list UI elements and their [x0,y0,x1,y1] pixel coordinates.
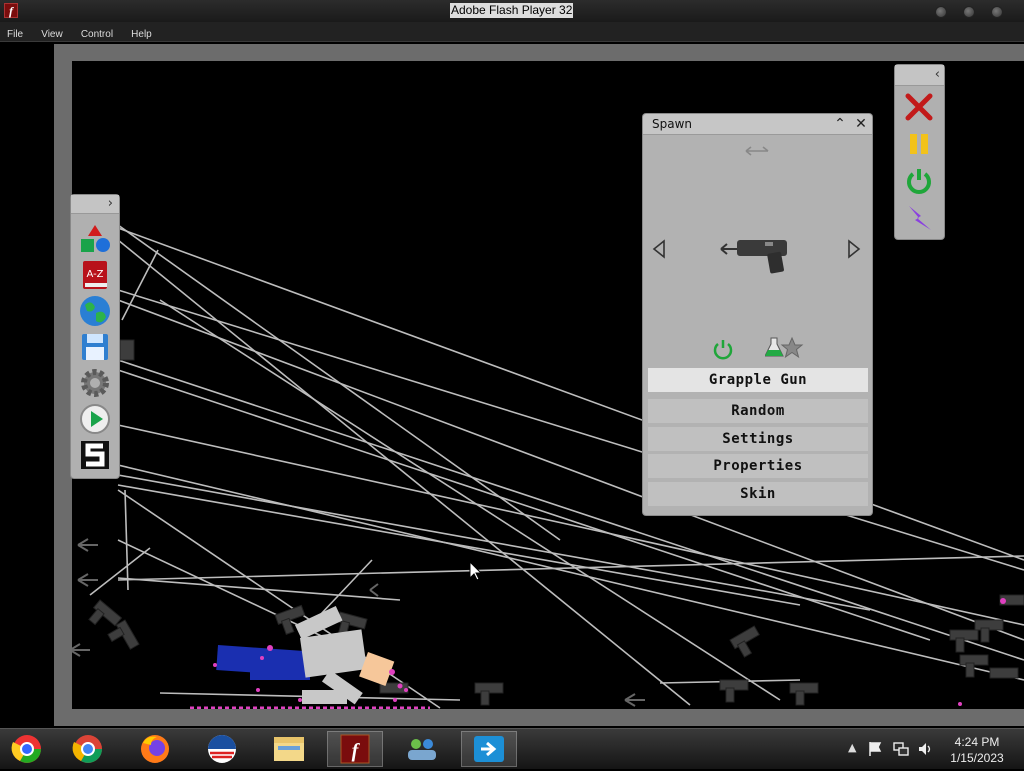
pause-icon [910,134,928,154]
selected-item-grapple-gun[interactable]: Grapple Gun [648,368,868,392]
window-title-bar[interactable]: f Adobe Flash Player 32 [0,0,1024,22]
minimize-button[interactable] [935,6,947,18]
taskbar-clock[interactable]: 4:24 PM 1/15/2023 [934,734,1020,766]
power-icon [907,169,931,194]
menu-bar: File View Control Help [0,22,1024,42]
taskbar-firefox[interactable] [127,731,183,767]
folder-icon [274,737,304,761]
shapes-tool[interactable] [79,223,111,255]
spawn-panel: Spawn ⌃ ✕ Grapple Gun Random Settings Pr… [643,114,872,515]
save-tool[interactable] [79,331,111,363]
flash-app-icon[interactable]: f [4,3,18,18]
firefox-icon [141,735,169,763]
previous-item-arrow-icon[interactable] [651,239,667,259]
option-settings[interactable]: Settings [648,427,868,451]
reset-button[interactable] [903,165,935,197]
ragdoll-character[interactable] [190,598,1006,709]
right-control-toolbar: ‹ [895,65,944,239]
grapple-gun-preview-icon [720,240,787,274]
taskbar: f ▲ 4:24 PM 1/15/2023 [0,728,1024,769]
window-title: Adobe Flash Player 32 [450,3,574,18]
s-tool[interactable] [79,439,111,471]
taskbar-flash-player[interactable]: f [327,731,383,767]
left-toolbar: › A-Z [71,195,119,478]
menu-control[interactable]: Control [74,25,119,44]
grapple-ropes [89,224,1024,709]
flash-icon: f [340,734,370,764]
next-item-arrow-icon[interactable] [846,239,862,259]
option-random[interactable]: Random [648,399,868,423]
globe-icon [80,296,110,326]
volume-icon[interactable] [917,741,933,757]
slowmo-button[interactable] [903,202,935,234]
world-tool[interactable] [79,295,111,327]
menu-help[interactable]: Help [124,25,158,44]
play-tool[interactable] [79,403,111,435]
taskbar-obama-app[interactable] [194,731,250,767]
gear-icon [81,369,109,397]
dictionary-icon: A-Z [83,261,107,289]
action-center-flag-icon[interactable] [868,741,882,757]
activate-power-icon[interactable] [712,338,734,360]
swap-arrows-icon[interactable] [743,144,771,158]
clear-button[interactable] [903,91,935,123]
close-panel-button[interactable]: ✕ [852,115,870,133]
option-skin[interactable]: Skin [648,482,868,506]
svg-text:A-Z: A-Z [86,269,103,280]
clock-date: 1/15/2023 [950,751,1004,765]
spawn-panel-title: Spawn [652,117,693,131]
minimize-panel-button[interactable]: ⌃ [831,115,849,133]
people-icon [408,739,436,760]
dictionary-tool[interactable]: A-Z [79,259,111,291]
floppy-disk-icon [82,334,108,360]
logo-icon [208,735,236,763]
taskbar-file-explorer[interactable] [261,731,317,767]
play-icon [80,404,110,434]
shapes-icon [81,225,110,252]
tray-expand-icon[interactable]: ▲ [848,741,856,754]
network-icon[interactable] [893,741,909,757]
close-button[interactable] [991,6,1003,18]
collapse-arrow-icon[interactable]: ‹ [935,67,940,82]
chrome-icon [72,735,102,763]
right-toolbar-header[interactable]: ‹ [895,65,944,86]
red-x-icon [905,93,933,121]
taskbar-chrome[interactable] [60,731,116,767]
settings-tool[interactable] [79,367,111,399]
game-stage[interactable] [72,61,1024,709]
expand-arrow-icon[interactable]: › [108,196,113,211]
pause-button[interactable] [903,128,935,160]
option-properties[interactable]: Properties [648,454,868,478]
menu-file[interactable]: File [0,25,29,44]
s-logo-icon [81,441,109,469]
chrome-icon [11,735,41,763]
flask-star-icon[interactable] [765,336,805,360]
game-scene[interactable] [72,61,1024,709]
left-toolbar-header[interactable]: › [71,195,119,214]
menu-view[interactable]: View [34,25,69,44]
taskbar-remote-app[interactable] [461,731,517,767]
clock-time: 4:24 PM [954,735,1000,749]
taskbar-chrome-legacy[interactable] [0,731,56,767]
mouse-cursor [469,560,483,581]
lightning-icon [909,206,931,230]
maximize-button[interactable] [963,6,975,18]
taskbar-messenger[interactable] [394,731,450,767]
remote-icon [474,736,504,762]
spawn-panel-header[interactable]: Spawn ⌃ ✕ [643,114,872,135]
